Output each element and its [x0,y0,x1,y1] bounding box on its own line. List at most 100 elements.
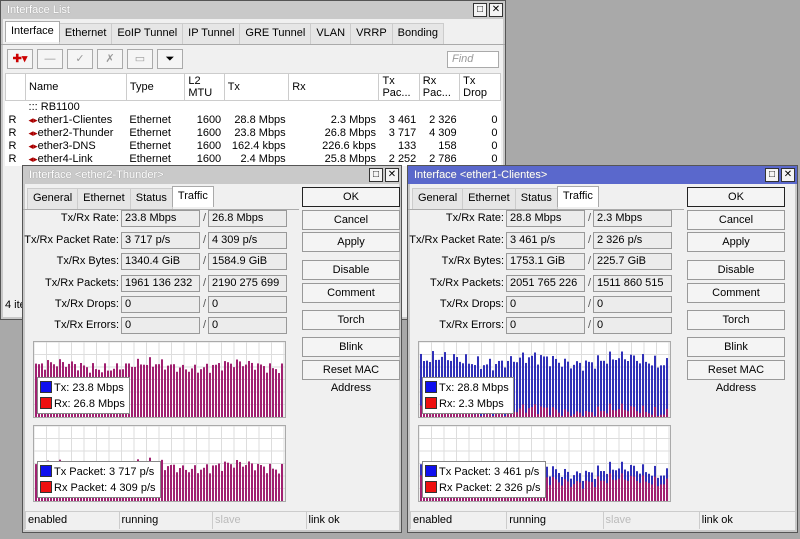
tx-bar [666,358,668,417]
maximize-icon[interactable]: □ [473,3,487,17]
tx-bar [585,360,587,417]
tab-status[interactable]: Status [129,188,173,209]
rx-bar [191,368,193,417]
reset-mac-address-button[interactable]: Reset MAC Address [687,360,785,394]
disable-button[interactable]: Disable [687,260,785,280]
torch-button[interactable]: Torch [687,310,785,330]
tx-bar [648,363,650,417]
find-input[interactable]: Find [447,50,499,68]
close-icon[interactable]: ✕ [385,168,399,182]
blink-button[interactable]: Blink [687,337,785,357]
close-icon[interactable]: ✕ [489,3,503,17]
tab-general[interactable]: General [27,188,79,209]
tx-bar [639,363,641,417]
rx-bar [504,416,506,417]
title-text: Interface List [7,4,70,16]
cell-rx: 25.8 Mbps [289,153,379,166]
blink-button[interactable]: Blink [302,337,400,357]
rx-bar [603,411,605,417]
reset-mac-address-button[interactable]: Reset MAC Address [302,360,400,394]
comment-button[interactable]: Comment [687,283,785,303]
rx-bar [185,369,187,417]
comment-button[interactable]: Comment [302,283,400,303]
column-header[interactable]: Tx Drop [459,73,501,101]
maximize-icon[interactable]: □ [765,168,779,182]
cell-rx: 26.8 Mbps [289,127,379,140]
rx-bar [519,408,521,417]
tab-ethernet[interactable]: Ethernet [462,188,516,209]
rx-bar [630,475,632,501]
tab-gre-tunnel[interactable]: GRE Tunnel [239,23,312,44]
window-title: Interface <ether2-Thunder> □ ✕ [23,166,401,184]
tx-bar [612,359,614,417]
tab-traffic[interactable]: Traffic [556,186,599,207]
enable-icon[interactable]: ✓ [67,49,93,69]
maximize-icon[interactable]: □ [369,168,383,182]
tx-value-field: 28.8 Mbps [506,210,585,227]
column-header[interactable]: Tx [223,73,290,101]
rx-bar [549,485,551,501]
tx-swatch [40,465,52,477]
cell-txd: 0 [460,114,501,127]
comment-icon[interactable]: ▭ [127,49,153,69]
column-header[interactable]: Type [125,73,186,101]
torch-button[interactable]: Torch [302,310,400,330]
cell-text: 23.8 Mbps [234,127,286,139]
tab-vlan[interactable]: VLAN [310,23,352,44]
cell-text: 0 [491,153,498,165]
rx-bar [654,406,656,417]
tx-bar [525,362,527,417]
column-header[interactable]: Rx Pac... [418,73,461,101]
disable-button[interactable]: Disable [302,260,400,280]
rx-bar [492,416,494,417]
rx-bar [651,414,653,417]
close-icon[interactable]: ✕ [781,168,795,182]
rx-bar [567,481,569,501]
tab-bonding[interactable]: Bonding [391,23,445,44]
ok-button[interactable]: OK [687,187,785,207]
column-header[interactable] [4,73,27,101]
add-icon[interactable]: ✚▾ [7,49,33,69]
tab-ip-tunnel[interactable]: IP Tunnel [182,23,241,44]
table-row[interactable]: R ◂▸ether1-Clientes Ethernet 1600 28.8 Mbps 2… [6,114,501,127]
table-row[interactable]: R ◂▸ether2-Thunder Ethernet 1600 23.8 Mbps 26… [6,127,501,140]
ok-button[interactable]: OK [302,187,400,207]
cell-text: Ethernet [129,127,171,139]
tab-interface[interactable]: Interface [5,21,60,42]
apply-button[interactable]: Apply [302,232,400,252]
column-header[interactable]: Tx Pac... [378,73,420,101]
column-header[interactable]: Name [25,73,127,101]
tx-legend: Tx Packet: 3 717 p/s [54,466,155,478]
apply-button[interactable]: Apply [687,232,785,252]
rx-bar [645,481,647,501]
disable-icon[interactable]: ✗ [97,49,123,69]
tab-vrrp[interactable]: VRRP [350,23,393,44]
tab-status[interactable]: Status [514,188,558,209]
filter-icon[interactable]: ⏷ [157,49,183,69]
cell-txp: 2 252 [379,153,419,166]
packet-graph: Tx Packet: 3 461 p/s Rx Packet: 2 326 p/s [418,425,671,502]
separator: / [588,277,592,289]
tab-eoip-tunnel[interactable]: EoIP Tunnel [111,23,184,44]
column-header[interactable]: L2 MTU [184,73,225,101]
tab-ethernet[interactable]: Ethernet [77,188,131,209]
rx-bar [170,364,172,417]
cell-txd: 0 [460,127,501,140]
remove-icon[interactable]: — [37,49,63,69]
cancel-button[interactable]: Cancel [302,210,400,230]
tab-general[interactable]: General [412,188,464,209]
tab-traffic[interactable]: Traffic [171,186,214,207]
table-row[interactable]: R ◂▸ether3-DNS Ethernet 1600 162.4 kbps 226.6… [6,140,501,153]
ethernet-icon: ◂▸ [28,154,38,164]
cancel-button[interactable]: Cancel [687,210,785,230]
rx-legend: Rx Packet: 2 326 p/s [439,482,541,494]
table-row[interactable]: R ◂▸ether4-Link Ethernet 1600 2.4 Mbps 25.8 M… [6,153,501,166]
rx-bar [167,365,169,417]
rx-bar [281,463,283,501]
cell-text: 1600 [196,140,222,152]
column-header[interactable]: Rx [288,73,380,101]
tab-ethernet[interactable]: Ethernet [58,23,113,44]
status-link-ok: link ok [698,512,795,529]
rx-bar [185,469,187,501]
ethernet-icon: ◂▸ [28,141,38,151]
